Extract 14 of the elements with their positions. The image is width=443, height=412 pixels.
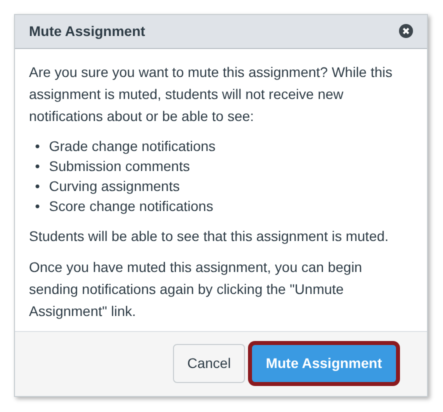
paragraph: Are you sure you want to mute this assignment? While this assignment is muted, students will not receive new notifications about or be able to see:	[29, 62, 394, 126]
list-item: Curving assignments	[49, 176, 180, 196]
dialog-title: Mute Assignment	[29, 22, 146, 41]
bullet: •	[35, 196, 41, 216]
list-item: Submission comments	[49, 156, 190, 176]
list-item: Score change notifications	[49, 196, 214, 216]
bullet: •	[35, 156, 41, 176]
list-item: Grade change notifications	[49, 136, 216, 156]
paragraph: Once you have muted this assignment, you can begin sending notifications again by clicking the "Unmute Assignment" link.	[29, 258, 364, 321]
bullet: •	[35, 136, 41, 156]
close-icon[interactable]	[399, 24, 413, 38]
cancel-button[interactable]: Cancel	[173, 344, 245, 384]
paragraph: Students will be able to see that this assignment is muted.	[29, 226, 390, 246]
bullet: •	[35, 176, 41, 196]
